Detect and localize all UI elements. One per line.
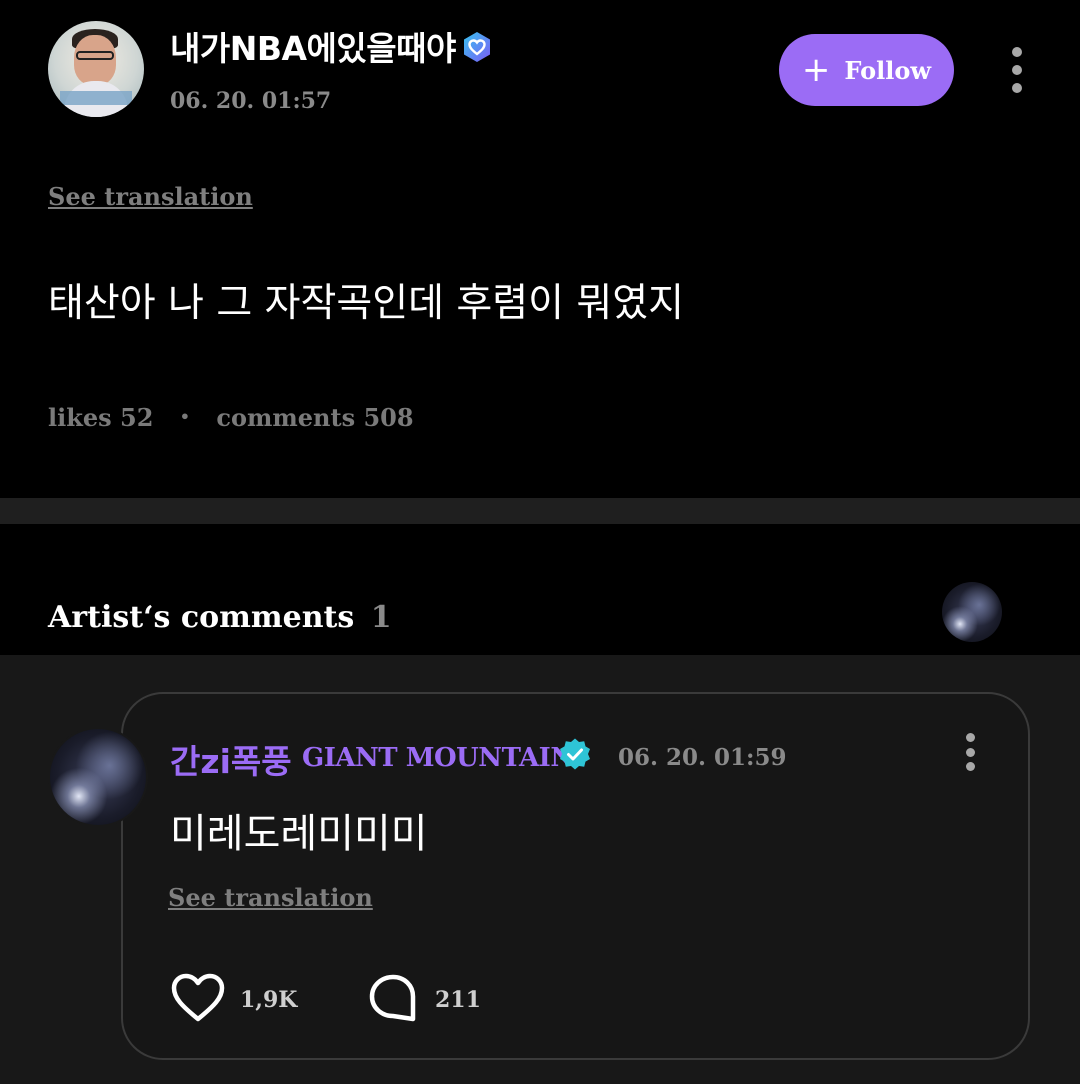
comment-text: 미레도레미미미 (170, 811, 428, 857)
post: 내가NBA에있을때야 06. 20. 01:57 + Follow See tr… (0, 0, 1080, 498)
dot (1012, 65, 1022, 75)
comment-timestamp: 06. 20. 01:59 (618, 744, 787, 771)
post-stats: likes 52 • comments 508 (48, 403, 414, 432)
post-text: 태산아 나 그 자작곡인데 후렴이 뭐였지 (48, 281, 685, 326)
plus-icon: + (801, 50, 831, 90)
commenter-name[interactable]: 간zi폭풍 (170, 735, 292, 783)
dot (1012, 83, 1022, 93)
avatar-face (74, 35, 116, 85)
post-more-vertical-icon[interactable] (1011, 47, 1023, 93)
artist-comments-count: 1 (370, 600, 392, 635)
artist-avatar-small[interactable] (942, 582, 1002, 642)
separator-dot: • (179, 407, 191, 426)
avatar-caption-strip (60, 91, 132, 105)
author-name[interactable]: 내가NBA에있을때야 (170, 29, 456, 68)
likes-label: likes (48, 403, 112, 432)
section-divider (0, 498, 1080, 524)
dot (1012, 47, 1022, 57)
artist-comments-title: Artist‘s comments (48, 600, 355, 635)
comment-see-translation-link[interactable]: See translation (168, 883, 373, 912)
heart-icon[interactable] (170, 972, 226, 1024)
artist-comments-title-row: Artist‘s comments 1 (48, 600, 392, 635)
chat-bubble-icon[interactable] (368, 973, 418, 1023)
commenter-group[interactable]: GIANT MOUNTAIN (302, 743, 574, 773)
comment-like-count: 1,9K (240, 987, 298, 1013)
commenter-avatar[interactable] (48, 727, 148, 827)
comment-more-vertical-icon[interactable] (964, 733, 976, 771)
dot (965, 747, 975, 757)
follow-label: Follow (844, 55, 932, 85)
avatar-glasses (76, 51, 114, 60)
author-name-row[interactable]: 내가NBA에있을때야 (170, 22, 494, 70)
dot (965, 762, 975, 771)
artist-comments-header: Artist‘s comments 1 (0, 524, 1080, 655)
dot (965, 733, 975, 742)
follow-button[interactable]: + Follow (779, 34, 954, 106)
verified-heart-badge-icon (463, 32, 490, 62)
post-timestamp: 06. 20. 01:57 (170, 88, 332, 114)
comments-label[interactable]: comments (216, 403, 355, 432)
verified-check-badge-icon (560, 738, 590, 770)
post-see-translation-link[interactable]: See translation (48, 182, 253, 211)
comments-count[interactable]: 508 (363, 403, 413, 432)
likes-count: 52 (120, 403, 154, 432)
comment-reply-count: 211 (435, 987, 481, 1013)
comment-area: 간zi폭풍 GIANT MOUNTAIN 06. 20. 01:59 미레도레미… (0, 655, 1080, 1084)
author-avatar[interactable] (48, 21, 144, 117)
